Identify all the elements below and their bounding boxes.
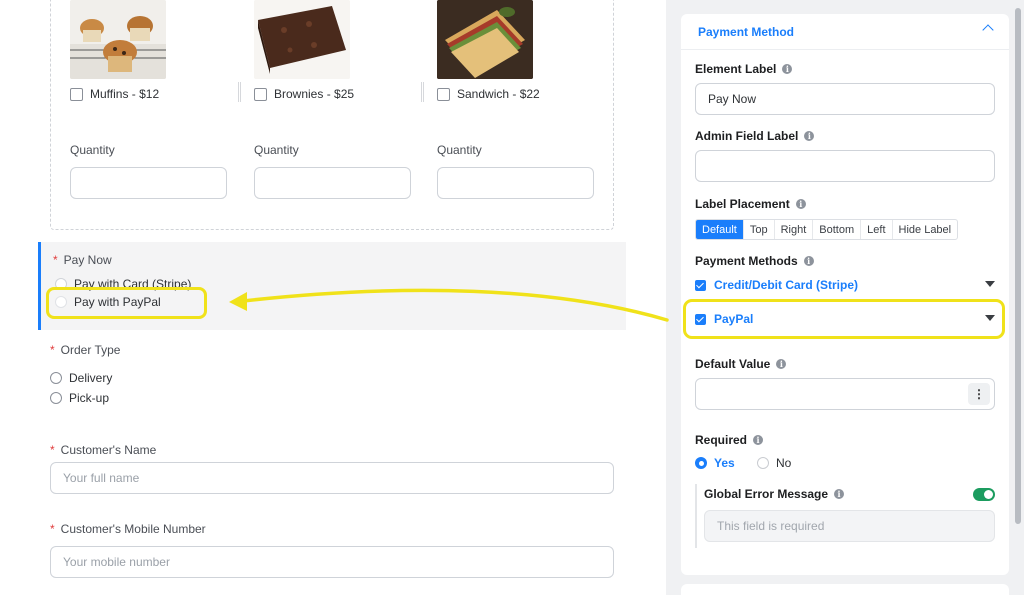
checkbox-checked[interactable] — [695, 279, 706, 291]
product-label: Sandwich - $22 — [457, 87, 540, 101]
required-asterisk: * — [53, 253, 58, 267]
global-error-message-heading: Global Error Message i — [704, 487, 845, 501]
payment-method-settings-card: Payment Method Element Label i Pay Now Ad… — [681, 14, 1009, 575]
radio-button[interactable] — [757, 457, 769, 469]
product-label: Muffins - $12 — [90, 87, 160, 101]
required-yes-option[interactable]: Yes — [695, 456, 735, 470]
column-divider — [421, 82, 424, 102]
option-label: Delivery — [69, 371, 113, 385]
product-muffins: Muffins - $12 — [70, 0, 230, 101]
payment-method-label: Credit/Debit Card (Stripe) — [714, 278, 859, 292]
placement-bottom[interactable]: Bottom — [813, 220, 862, 239]
placement-right[interactable]: Right — [775, 220, 814, 239]
info-icon: i — [753, 435, 764, 445]
global-error-message-input[interactable]: This field is required — [704, 510, 995, 542]
highlight-paypal-method — [683, 299, 1005, 339]
order-type-label: * Order Type — [50, 343, 121, 357]
more-options-icon[interactable]: ⋮ — [968, 383, 990, 405]
quantity-input-brownies[interactable] — [254, 167, 411, 199]
placement-top[interactable]: Top — [744, 220, 775, 239]
required-asterisk: * — [50, 522, 55, 536]
quantity-label: Quantity — [254, 143, 299, 157]
radio-button[interactable] — [50, 392, 62, 404]
nested-settings-border — [695, 484, 697, 548]
admin-field-label-input[interactable] — [695, 150, 995, 182]
quantity-input-sandwich[interactable] — [437, 167, 594, 199]
scrollbar[interactable] — [1015, 8, 1021, 524]
element-label-input[interactable]: Pay Now — [695, 83, 995, 115]
default-value-input[interactable]: ⋮ — [695, 378, 995, 410]
placement-left[interactable]: Left — [861, 220, 893, 239]
placement-default[interactable]: Default — [696, 220, 744, 239]
product-label: Brownies - $25 — [274, 87, 355, 101]
payment-methods-heading: Payment Methods i — [695, 254, 814, 268]
required-no-option[interactable]: No — [757, 456, 791, 470]
checkbox[interactable] — [70, 87, 83, 101]
next-settings-card — [681, 584, 1009, 595]
option-label: Pick-up — [69, 391, 110, 405]
product-brownies: Brownies - $25 — [254, 0, 414, 101]
info-icon: i — [804, 131, 815, 141]
annotation-arrow — [229, 288, 669, 322]
required-asterisk: * — [50, 443, 55, 457]
product-checkbox-row[interactable]: Muffins - $12 — [70, 87, 230, 101]
checkbox[interactable] — [437, 87, 450, 101]
info-icon: i — [782, 64, 793, 74]
customer-name-label: * Customer's Name — [50, 443, 157, 457]
quantity-input-muffins[interactable] — [70, 167, 227, 199]
label-placement-selector: Default Top Right Bottom Left Hide Label — [695, 219, 959, 240]
element-label-heading: Element Label i — [695, 62, 793, 76]
info-icon: i — [834, 489, 845, 499]
column-divider — [238, 82, 241, 102]
info-icon: i — [803, 256, 814, 266]
required-heading: Required i — [695, 433, 764, 447]
caret-down-icon[interactable] — [985, 281, 995, 287]
info-icon: i — [795, 199, 806, 209]
option-label: No — [776, 456, 792, 470]
chevron-up-icon[interactable] — [982, 24, 994, 36]
info-icon: i — [776, 359, 787, 369]
placement-hide-label[interactable]: Hide Label — [893, 220, 958, 239]
muffin-image — [70, 0, 166, 79]
label-placement-heading: Label Placement i — [695, 197, 806, 211]
admin-field-label-heading: Admin Field Label i — [695, 129, 815, 143]
checkbox[interactable] — [254, 87, 267, 101]
settings-card-header[interactable]: Payment Method — [681, 14, 1009, 50]
customer-mobile-input[interactable]: Your mobile number — [50, 546, 614, 578]
customer-mobile-label: * Customer's Mobile Number — [50, 522, 206, 536]
quantity-label: Quantity — [437, 143, 482, 157]
quantity-label: Quantity — [70, 143, 115, 157]
product-checkbox-row[interactable]: Sandwich - $22 — [437, 87, 597, 101]
radio-button-selected[interactable] — [695, 457, 707, 469]
radio-button[interactable] — [50, 372, 62, 384]
global-error-toggle[interactable] — [973, 488, 995, 501]
required-asterisk: * — [50, 343, 55, 357]
customer-name-input[interactable]: Your full name — [50, 462, 614, 494]
default-value-heading: Default Value i — [695, 357, 787, 371]
delivery-option[interactable]: Delivery — [50, 371, 112, 385]
product-checkbox-row[interactable]: Brownies - $25 — [254, 87, 414, 101]
card-title: Payment Method — [698, 24, 795, 39]
payment-method-stripe[interactable]: Credit/Debit Card (Stripe) — [695, 276, 995, 294]
product-sandwich: Sandwich - $22 — [437, 0, 597, 101]
highlight-paypal-option — [46, 287, 207, 319]
pay-now-label: * Pay Now — [53, 253, 112, 267]
option-label: Yes — [714, 456, 735, 470]
sandwich-image — [437, 0, 533, 79]
pickup-option[interactable]: Pick-up — [50, 391, 109, 405]
brownie-image — [254, 0, 350, 79]
